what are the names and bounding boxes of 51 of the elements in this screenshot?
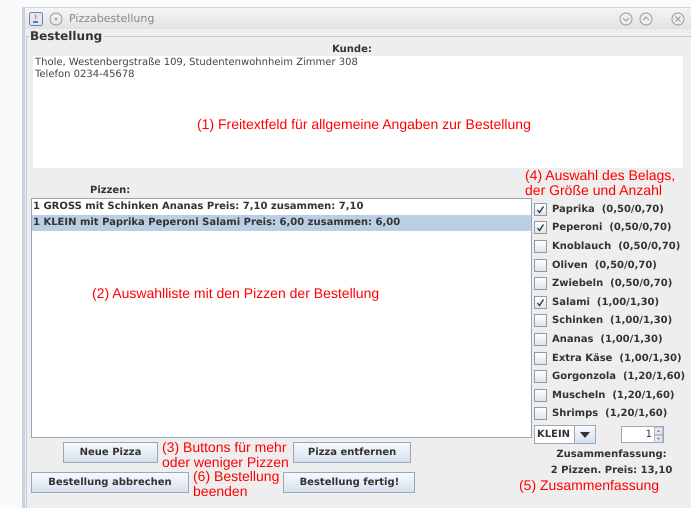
topping-label[interactable]: Zwiebeln (0,50/0,70) [552, 278, 672, 290]
summary-text: 2 Pizzen. Preis: 13,10 [550, 465, 672, 476]
checkbox[interactable] [534, 240, 547, 253]
finish-order-button[interactable]: Bestellung fertig! [283, 472, 416, 493]
remove-pizza-button[interactable]: Pizza entfernen [292, 442, 412, 463]
checkbox[interactable] [534, 221, 547, 234]
checkbox[interactable] [534, 352, 547, 365]
topping-label[interactable]: Paprika (0,50/0,70) [552, 204, 664, 215]
panel-title: Bestellung [30, 29, 104, 43]
quantity-spinner[interactable]: 1 [621, 426, 664, 444]
pizza-list-item[interactable]: 1 GROSS mit Schinken Ananas Preis: 7,10 zusammen: 7,10 [32, 199, 531, 215]
window-title: Pizzabestellung [69, 12, 154, 25]
summary-label: Zusammenfassung: [556, 449, 667, 460]
annotation-text: (6) Bestellung beenden [193, 469, 280, 499]
annotation-text: (3) Buttons für mehr oder weniger Pizzen [162, 440, 289, 470]
checkbox[interactable] [534, 332, 547, 346]
topping-label[interactable]: Muscheln (1,20/1,60) [552, 390, 674, 401]
cancel-order-button[interactable]: Bestellung abbrechen [31, 472, 189, 493]
minimize-icon[interactable] [619, 12, 633, 26]
close-icon[interactable] [671, 12, 685, 26]
checkbox[interactable] [534, 202, 547, 216]
up-arrow-icon[interactable] [654, 427, 663, 435]
checkbox[interactable] [534, 370, 547, 384]
pizza-list-label: Pizzen: [90, 184, 130, 198]
customer-label: Kunde: [332, 44, 372, 55]
checkbox[interactable] [534, 258, 547, 272]
maximize-icon[interactable] [639, 12, 653, 26]
topping-label[interactable]: Shrimps (1,20/1,60) [552, 408, 668, 420]
topping-label[interactable]: Salami (1,00/1,30) [552, 296, 660, 308]
annotation-text: (4) Auswahl des Belags, der Größe und Anzahl [525, 168, 676, 200]
checkbox[interactable] [534, 314, 547, 328]
annotation-text: (2) Auswahlliste mit den Pizzen der Bestellung [92, 286, 380, 301]
checkbox[interactable] [534, 296, 547, 309]
size-dropdown[interactable]: KLEIN [534, 425, 596, 444]
new-pizza-button[interactable]: Neue Pizza [63, 442, 158, 463]
topping-label[interactable]: Gorgonzola (1,20/1,60) [552, 371, 686, 382]
pizza-list[interactable]: 1 GROSS mit Schinken Ananas Preis: 7,10 zusammen: 7,10 1 KLEIN mit Paprika Peperoni Salami Preis: 6,00 zusammen: 6,00 (2) Auswahlliste mit den Pizzen der Bestellung [31, 198, 532, 438]
checkbox[interactable] [534, 388, 547, 402]
window-menu-icon[interactable] [49, 12, 63, 26]
annotation-text: (5) Zusammenfassung [519, 477, 660, 494]
topping-label[interactable]: Peperoni (0,50/0,70) [552, 222, 672, 234]
annotation-text: (1) Freitextfeld für allgemeine Angaben zur Bestellung [197, 117, 531, 132]
topping-label[interactable]: Knoblauch (0,50/0,70) [552, 240, 680, 252]
pizza-list-item[interactable]: 1 KLEIN mit Paprika Peperoni Salami Preis: 6,00 zusammen: 6,00 [32, 215, 531, 231]
checkbox[interactable] [534, 277, 547, 290]
topping-label[interactable]: Ananas (1,00/1,30) [552, 334, 663, 345]
checkbox[interactable] [534, 407, 547, 420]
topping-label[interactable]: Oliven (0,50/0,70) [552, 260, 657, 271]
topping-label[interactable]: Extra Käse (1,00/1,30) [552, 352, 682, 364]
caret-icon [580, 432, 590, 438]
topping-label[interactable]: Schinken (1,00/1,30) [552, 315, 672, 326]
